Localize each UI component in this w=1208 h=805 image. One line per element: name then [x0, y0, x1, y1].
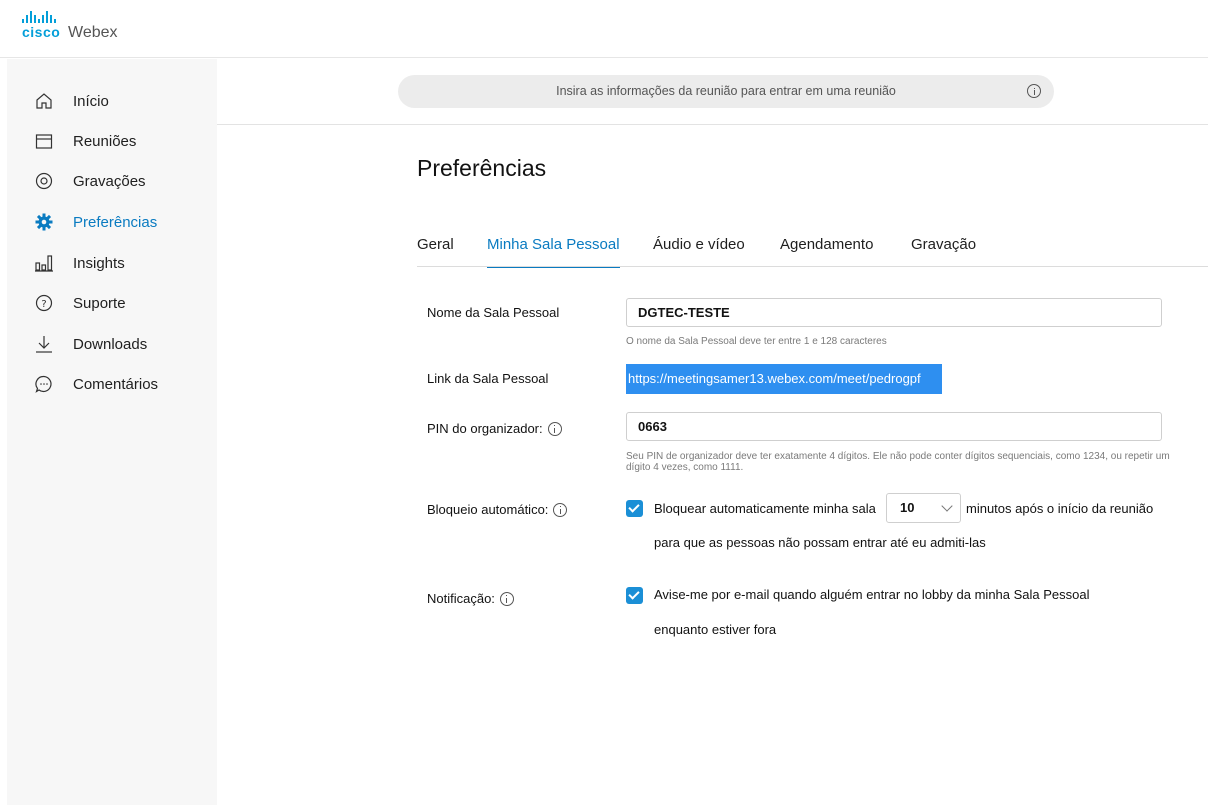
auto-lock-checkbox[interactable] — [626, 500, 643, 517]
room-link-value[interactable]: https://meetingsamer13.webex.com/meet/pe… — [626, 364, 942, 394]
room-name-field[interactable]: DGTEC-TESTE — [626, 298, 1162, 327]
notification-text: Avise-me por e-mail quando alguém entrar… — [654, 587, 1090, 602]
room-name-hint: O nome da Sala Pessoal deve ter entre 1 … — [626, 336, 887, 347]
auto-lock-minutes-select[interactable]: 10 — [886, 493, 961, 523]
insights-icon — [33, 252, 55, 274]
sidebar-item-label: Insights — [73, 254, 125, 272]
gear-icon — [33, 211, 55, 233]
join-meeting-placeholder: Insira as informações da reunião para en… — [556, 84, 896, 98]
help-icon: ? — [33, 292, 55, 314]
room-link-label: Link da Sala Pessoal — [427, 371, 548, 386]
info-icon[interactable] — [553, 502, 568, 517]
notification-text-line2: enquanto estiver fora — [654, 622, 777, 637]
sidebar-item-label: Reuniões — [73, 132, 137, 150]
cisco-webex-logo[interactable]: cisco Webex — [22, 9, 162, 49]
comment-icon — [33, 373, 55, 395]
company-name: cisco — [22, 24, 61, 40]
product-name: Webex — [68, 24, 118, 41]
sidebar-item-insights[interactable]: Insights — [7, 246, 217, 280]
sidebar-item-label: Suporte — [73, 294, 126, 312]
auto-lock-label: Bloqueio automático: — [427, 502, 568, 517]
sidebar-item-suporte[interactable]: ? Suporte — [7, 286, 217, 320]
sidebar: Início Reuniões Gravações Preferências I… — [7, 59, 217, 805]
tab-gravacao[interactable]: Gravação — [911, 236, 976, 268]
room-name-label-text: Nome da Sala Pessoal — [427, 305, 560, 320]
info-icon[interactable] — [1027, 84, 1041, 98]
tab-agendamento[interactable]: Agendamento — [780, 236, 873, 268]
sidebar-item-label: Gravações — [73, 172, 146, 190]
auto-lock-minutes-value: 10 — [900, 500, 915, 515]
host-pin-label-text: PIN do organizador: — [427, 421, 543, 436]
room-name-label: Nome da Sala Pessoal — [427, 305, 559, 320]
auto-lock-label-text: Bloqueio automático: — [427, 502, 549, 517]
tab-minha-sala-pessoal[interactable]: Minha Sala Pessoal — [487, 236, 620, 268]
auto-lock-text-line2: para que as pessoas não possam entrar at… — [654, 535, 986, 550]
sidebar-item-reunioes[interactable]: Reuniões — [7, 124, 217, 158]
host-pin-label: PIN do organizador: — [427, 421, 562, 436]
sidebar-item-preferencias[interactable]: Preferências — [7, 205, 217, 239]
header-divider — [217, 124, 1208, 125]
join-meeting-input[interactable]: Insira as informações da reunião para en… — [398, 75, 1054, 108]
info-icon[interactable] — [547, 421, 562, 436]
tabs-divider — [417, 266, 1208, 267]
recording-icon — [33, 170, 55, 192]
sidebar-item-label: Downloads — [73, 335, 148, 353]
sidebar-item-comentarios[interactable]: Comentários — [7, 367, 217, 401]
cisco-bars-icon — [22, 9, 56, 23]
calendar-icon — [33, 130, 55, 152]
sidebar-item-downloads[interactable]: Downloads — [7, 327, 217, 361]
sidebar-item-label: Comentários — [73, 375, 159, 393]
notification-label: Notificação: — [427, 591, 514, 606]
sidebar-item-inicio[interactable]: Início — [7, 84, 217, 118]
svg-text:?: ? — [41, 299, 46, 310]
notification-label-text: Notificação: — [427, 591, 495, 606]
info-icon[interactable] — [499, 591, 514, 606]
host-pin-hint: Seu PIN de organizador deve ter exatamen… — [626, 451, 1170, 473]
host-pin-field[interactable]: 0663 — [626, 412, 1162, 441]
tab-geral[interactable]: Geral — [417, 236, 454, 268]
sidebar-item-label: Início — [73, 92, 109, 110]
room-link-label-text: Link da Sala Pessoal — [427, 371, 549, 386]
notification-checkbox[interactable] — [626, 587, 643, 604]
tab-audio-video[interactable]: Áudio e vídeo — [653, 236, 745, 268]
sidebar-item-label: Preferências — [73, 213, 158, 231]
sidebar-item-gravacoes[interactable]: Gravações — [7, 164, 217, 198]
auto-lock-text-after: minutos após o início da reunião — [966, 501, 1154, 516]
top-header: cisco Webex — [0, 0, 1208, 58]
chevron-down-icon — [941, 500, 953, 512]
home-icon — [33, 90, 55, 112]
download-icon — [33, 333, 55, 355]
page-title: Preferências — [417, 155, 547, 181]
auto-lock-text: Bloquear automaticamente minha sala — [654, 501, 876, 516]
